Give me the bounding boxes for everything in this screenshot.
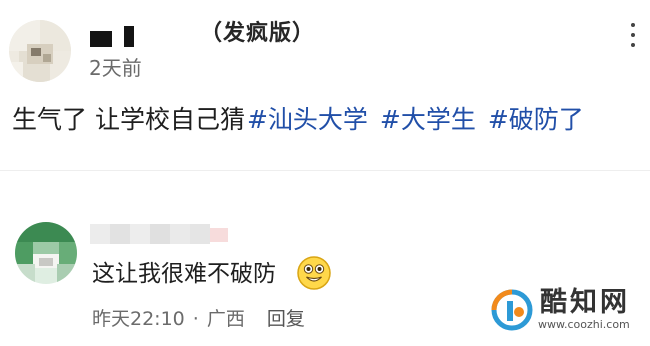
reply-button[interactable]: 回复: [267, 308, 305, 330]
post-text: 生气了 让学校自己猜: [12, 105, 245, 134]
watermark-url: www.coozhi.com: [538, 318, 630, 331]
meta-separator: ·: [192, 308, 199, 330]
comment-meta: 昨天22:10 · 广西 回复: [92, 306, 305, 332]
hashtag-link[interactable]: #大学生: [380, 105, 476, 134]
divider: [0, 170, 650, 171]
post-author-avatar[interactable]: [9, 20, 71, 82]
comment-region: 广西: [206, 308, 245, 330]
post-author-tag: （发疯版）: [200, 21, 316, 46]
hashtag-link[interactable]: #汕头大学: [247, 105, 368, 134]
post-timestamp: 2天前: [89, 56, 142, 80]
hashtag-link[interactable]: #破防了: [488, 105, 584, 134]
commenter-name-redacted[interactable]: [90, 222, 230, 248]
watermark-logo-icon: [487, 287, 537, 333]
commenter-avatar[interactable]: [15, 222, 77, 284]
post-author-name-redacted[interactable]: [90, 31, 112, 47]
post-author-name-redacted[interactable]: [124, 26, 134, 47]
post-content: 生气了 让学校自己猜#汕头大学 #大学生 #破防了: [12, 103, 584, 137]
watermark-name: 酷知网: [540, 287, 630, 318]
comment-text: 这让我很难不破防: [92, 261, 276, 287]
comment-timestamp: 昨天22:10: [92, 308, 185, 330]
more-options-icon[interactable]: [628, 22, 638, 48]
grinning-emoji-icon: [296, 255, 332, 291]
